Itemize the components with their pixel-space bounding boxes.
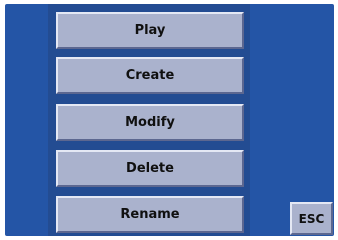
modify-button-label: Modify bbox=[125, 115, 175, 130]
play-button[interactable]: Play bbox=[56, 12, 244, 49]
play-button-label: Play bbox=[134, 23, 166, 38]
esc-button[interactable]: ESC bbox=[290, 202, 333, 235]
delete-button[interactable]: Delete bbox=[56, 150, 244, 187]
esc-button-label: ESC bbox=[298, 211, 325, 226]
delete-button-label: Delete bbox=[126, 161, 174, 176]
menu-screen: Play Create Modify Delete Rename ESC bbox=[5, 4, 334, 236]
create-button[interactable]: Create bbox=[56, 57, 244, 94]
create-button-label: Create bbox=[125, 68, 175, 83]
modify-button[interactable]: Modify bbox=[56, 104, 244, 141]
rename-button-label: Rename bbox=[120, 207, 180, 222]
rename-button[interactable]: Rename bbox=[56, 196, 244, 233]
